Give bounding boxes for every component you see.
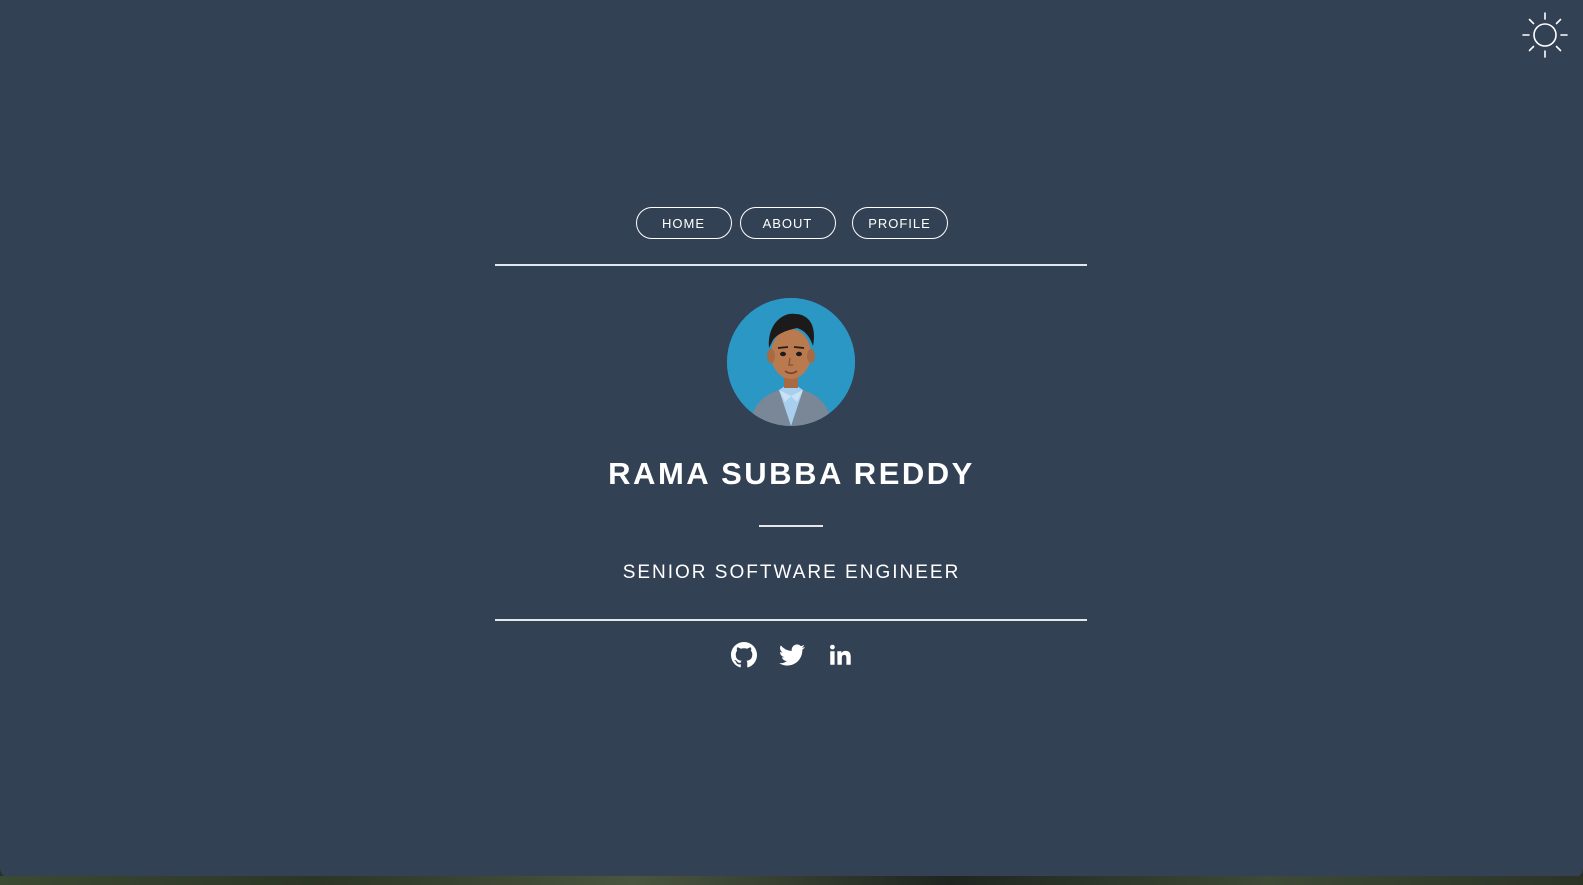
nav-profile-button[interactable]: PROFILE xyxy=(851,207,948,239)
twitter-link[interactable] xyxy=(778,642,805,668)
bottom-divider xyxy=(495,619,1087,621)
top-divider xyxy=(495,264,1087,266)
linkedin-link[interactable] xyxy=(827,642,853,668)
avatar-illustration xyxy=(727,298,855,426)
linkedin-icon xyxy=(829,644,851,665)
nav-home-button[interactable]: HOME xyxy=(635,207,732,239)
nav-about-button[interactable]: ABOUT xyxy=(739,207,836,239)
github-link[interactable] xyxy=(730,642,757,668)
page-window: HOME ABOUT PROFILE RAMA SUBBA REDDY SENI… xyxy=(0,0,1583,878)
github-icon xyxy=(730,642,757,668)
main-nav: HOME ABOUT PROFILE xyxy=(0,207,1583,239)
social-links xyxy=(0,642,1583,668)
name-divider xyxy=(759,525,823,527)
theme-toggle-button[interactable] xyxy=(1521,11,1569,59)
profile-name: RAMA SUBBA REDDY xyxy=(608,456,975,491)
desktop-background xyxy=(0,876,1583,885)
twitter-icon xyxy=(778,644,805,666)
profile-title: SENIOR SOFTWARE ENGINEER xyxy=(622,562,961,583)
sun-icon xyxy=(1522,12,1568,58)
avatar xyxy=(727,298,855,426)
